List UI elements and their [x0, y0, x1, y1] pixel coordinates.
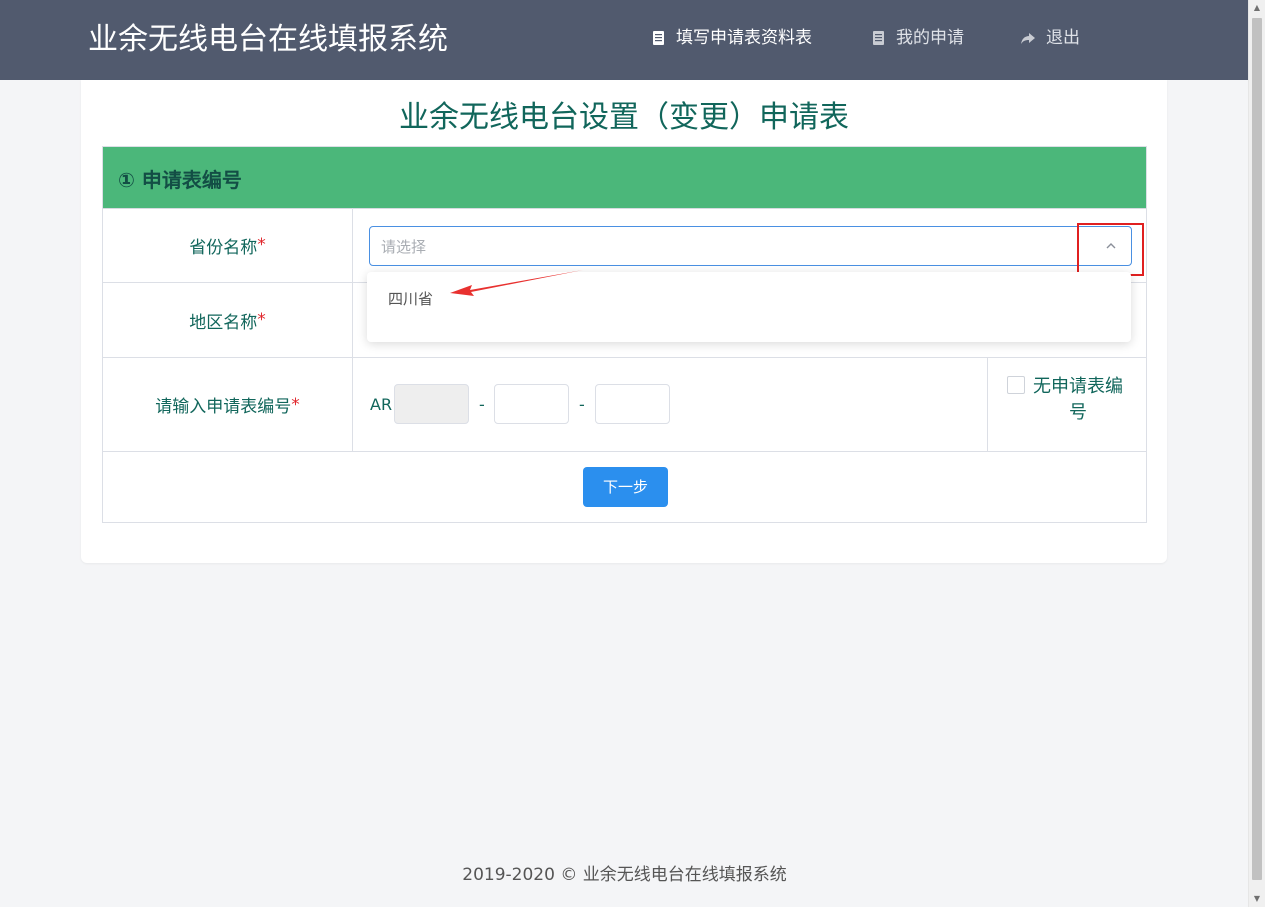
- region-label: 地区名称: [189, 312, 258, 333]
- share-arrow-icon: [1021, 33, 1035, 44]
- application-number-row: 请输入申请表编号 * AR - - 无申请表编号: [103, 358, 1146, 452]
- nav-logout[interactable]: 退出: [1020, 24, 1080, 52]
- nav-my-applications[interactable]: 我的申请: [870, 24, 964, 52]
- number-label: 请输入申请表编号: [155, 397, 292, 417]
- number-segment-2-input[interactable]: [494, 384, 569, 424]
- province-select[interactable]: 请选择: [369, 226, 1132, 266]
- province-label: 省份名称: [189, 237, 258, 258]
- number-segment-3-input[interactable]: [595, 384, 670, 424]
- region-label-cell: 地区名称 *: [103, 283, 353, 357]
- province-select-placeholder: 请选择: [381, 238, 427, 256]
- section-header: ① 申请表编号: [103, 147, 1146, 209]
- no-number-checkbox[interactable]: [1007, 376, 1025, 394]
- number-separator: -: [479, 395, 485, 414]
- document-icon: [873, 31, 884, 45]
- site-title: 业余无线电台在线填报系统: [88, 22, 448, 57]
- province-label-cell: 省份名称 *: [103, 208, 353, 282]
- required-mark: *: [257, 310, 266, 330]
- number-label-cell: 请输入申请表编号 *: [103, 358, 353, 451]
- no-number-label[interactable]: 无申请表编号: [1028, 374, 1128, 426]
- vertical-scrollbar[interactable]: ▲ ▼: [1248, 0, 1265, 907]
- no-number-cell: 无申请表编号: [987, 358, 1146, 451]
- top-navbar: 业余无线电台在线填报系统 填写申请表资料表 我的申请 退出: [0, 0, 1249, 80]
- ar-prefix: AR: [370, 395, 393, 414]
- footer-copyright: 2019-2020 © 业余无线电台在线填报系统: [462, 865, 787, 885]
- scroll-up-arrow-icon[interactable]: ▲: [1249, 0, 1265, 16]
- next-step-button[interactable]: 下一步: [583, 467, 668, 507]
- nav-fill-application[interactable]: 填写申请表资料表: [650, 24, 812, 52]
- required-mark: *: [291, 394, 300, 415]
- required-mark: *: [257, 235, 266, 255]
- nav-fill-application-label: 填写申请表资料表: [676, 28, 812, 48]
- province-dropdown: 四川省: [367, 272, 1131, 342]
- section-title: ① 申请表编号: [118, 168, 242, 192]
- number-separator: -: [579, 395, 585, 414]
- nav-logout-label: 退出: [1046, 28, 1080, 48]
- number-segment-1-input: [394, 384, 469, 424]
- form-title: 业余无线电台设置（变更）申请表: [399, 100, 849, 135]
- nav-my-applications-label: 我的申请: [896, 28, 964, 48]
- scroll-down-arrow-icon[interactable]: ▼: [1249, 891, 1265, 907]
- button-row: 下一步: [103, 452, 1146, 522]
- chevron-up-icon[interactable]: [1105, 240, 1117, 252]
- scroll-thumb[interactable]: [1252, 18, 1262, 880]
- document-icon: [653, 31, 664, 45]
- province-option[interactable]: 四川省: [388, 288, 433, 309]
